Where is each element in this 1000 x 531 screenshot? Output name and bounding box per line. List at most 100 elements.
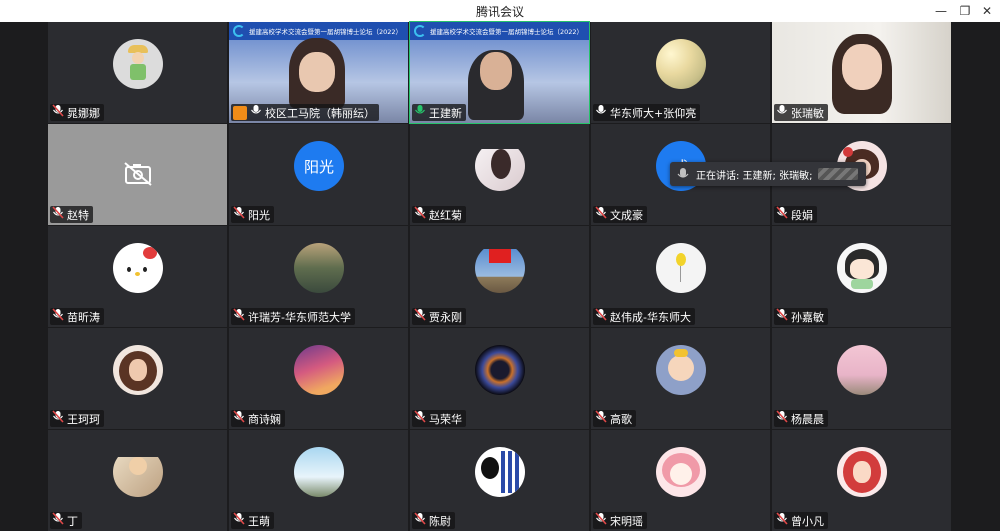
mic-icon	[414, 307, 429, 326]
mic-icon	[776, 511, 791, 530]
participant-tile[interactable]: 曾小凡	[772, 430, 951, 531]
participant-nameplate: 华东师大+张仰亮	[593, 103, 701, 122]
participant-nameplate: 贾永刚	[412, 308, 466, 325]
mic-icon	[52, 103, 67, 122]
restore-icon[interactable]: ❐	[956, 2, 974, 20]
speaker-avatars-redacted	[818, 168, 859, 180]
participant-tile[interactable]: 华东师大+张仰亮	[591, 22, 770, 123]
mic-icon	[595, 103, 610, 122]
participant-tile[interactable]: 张瑞敏	[772, 22, 951, 123]
mic-icon	[595, 307, 610, 326]
banner-text: 援建高校学术交流会暨第一届胡锦博士论坛（2022）	[249, 28, 403, 36]
participant-nameplate: 商诗娴	[231, 410, 285, 427]
participant-name: 文成豪	[610, 208, 643, 222]
participant-nameplate: 段娟	[774, 206, 817, 223]
mic-icon	[595, 205, 610, 224]
title-bar: 腾讯会议 — ❐ ✕	[0, 0, 1000, 22]
logo-icon	[414, 25, 426, 37]
participant-name: 阳光	[248, 208, 270, 222]
participant-name: 许瑞芳-华东师范大学	[248, 310, 351, 324]
participant-tile[interactable]: 许瑞芳-华东师范大学	[229, 226, 408, 327]
participant-tile[interactable]: 王萌	[229, 430, 408, 531]
participant-name: 校区工马院（韩丽纭）	[265, 106, 375, 120]
participant-nameplate: 赵伟成-华东师大	[593, 308, 695, 325]
avatar	[656, 447, 706, 497]
speaking-tooltip: 正在讲话: 王建新; 张瑞敏;	[670, 162, 867, 186]
participant-name: 宋明瑶	[610, 514, 643, 528]
close-icon[interactable]: ✕	[978, 2, 996, 20]
participant-nameplate: 马荣华	[412, 410, 466, 427]
mic-icon	[233, 409, 248, 428]
avatar	[656, 39, 706, 89]
participant-name: 王萌	[248, 514, 270, 528]
participant-tile[interactable]: 马荣华	[410, 328, 589, 429]
participant-nameplate: 王萌	[231, 512, 274, 529]
mic-icon	[233, 511, 248, 530]
participant-tile[interactable]: 高歌	[591, 328, 770, 429]
speaker-icon	[677, 168, 689, 178]
logo-icon	[233, 25, 245, 37]
avatar	[837, 447, 887, 497]
participant-tile[interactable]: 援建高校学术交流会暨第一届胡锦博士论坛（2022） 王建新	[409, 21, 590, 124]
conference-banner: 援建高校学术交流会暨第一届胡锦博士论坛（2022）	[410, 22, 589, 40]
participant-nameplate: 阳光	[231, 206, 274, 223]
participant-name: 商诗娴	[248, 412, 281, 426]
mic-icon	[776, 205, 791, 224]
mic-icon	[414, 103, 429, 122]
participant-nameplate: 苗昕涛	[50, 308, 104, 325]
participant-tile[interactable]: 赵特	[48, 124, 227, 225]
participant-tile[interactable]: 阳光 阳光	[229, 124, 408, 225]
participant-nameplate: 丁	[50, 512, 82, 529]
host-icon	[233, 105, 247, 120]
mic-icon	[233, 307, 248, 326]
avatar	[475, 243, 525, 293]
participant-name: 王建新	[429, 106, 462, 120]
avatar	[113, 39, 163, 89]
participant-name: 孙嘉敏	[791, 310, 824, 324]
minimize-icon[interactable]: —	[932, 2, 950, 20]
participant-name: 陈尉	[429, 514, 451, 528]
participant-tile[interactable]: 援建高校学术交流会暨第一届胡锦博士论坛（2022） 校区工马院（韩丽纭）	[229, 22, 408, 123]
mic-icon	[776, 409, 791, 428]
participant-name: 华东师大+张仰亮	[610, 106, 697, 120]
avatar	[294, 243, 344, 293]
mic-icon	[52, 511, 67, 530]
mic-icon	[414, 409, 429, 428]
participant-tile[interactable]: 杨晨晨	[772, 328, 951, 429]
participant-name: 晁娜娜	[67, 106, 100, 120]
mic-icon	[52, 307, 67, 326]
mic-icon	[233, 205, 248, 224]
participant-tile[interactable]: 宋明瑶	[591, 430, 770, 531]
participant-tile[interactable]: 商诗娴	[229, 328, 408, 429]
participant-name: 马荣华	[429, 412, 462, 426]
participant-name: 王珂珂	[67, 412, 100, 426]
avatar: 阳光	[294, 141, 344, 191]
avatar	[475, 141, 525, 191]
participant-nameplate: 宋明瑶	[593, 512, 647, 529]
participant-tile[interactable]: 孙嘉敏	[772, 226, 951, 327]
banner-text: 援建高校学术交流会暨第一届胡锦博士论坛（2022）	[430, 28, 584, 36]
avatar	[113, 243, 163, 293]
participant-tile[interactable]: 贾永刚	[410, 226, 589, 327]
participant-name: 张瑞敏	[791, 106, 824, 120]
participant-tile[interactable]: 丁	[48, 430, 227, 531]
participant-name: 丁	[67, 514, 78, 528]
participant-nameplate: 曾小凡	[774, 512, 828, 529]
participant-tile[interactable]: 苗昕涛	[48, 226, 227, 327]
participant-tile[interactable]: 赵红菊	[410, 124, 589, 225]
participant-tile[interactable]: 赵伟成-华东师大	[591, 226, 770, 327]
speaking-text: 正在讲话: 王建新; 张瑞敏;	[696, 170, 813, 182]
participant-grid: 晁娜娜 援建高校学术交流会暨第一届胡锦博士论坛（2022） 校区工马院（韩丽纭） 援建…	[48, 21, 951, 531]
avatar	[656, 243, 706, 293]
mic-icon	[776, 103, 791, 122]
participant-name: 曾小凡	[791, 514, 824, 528]
avatar	[113, 447, 163, 497]
participant-nameplate: 张瑞敏	[774, 104, 828, 121]
mic-icon	[250, 103, 265, 122]
window-title: 腾讯会议	[475, 5, 524, 19]
mic-icon	[52, 409, 67, 428]
participant-tile[interactable]: 陈尉	[410, 430, 589, 531]
participant-nameplate: 高歌	[593, 410, 636, 427]
participant-tile[interactable]: 王珂珂	[48, 328, 227, 429]
participant-tile[interactable]: 晁娜娜	[48, 22, 227, 123]
